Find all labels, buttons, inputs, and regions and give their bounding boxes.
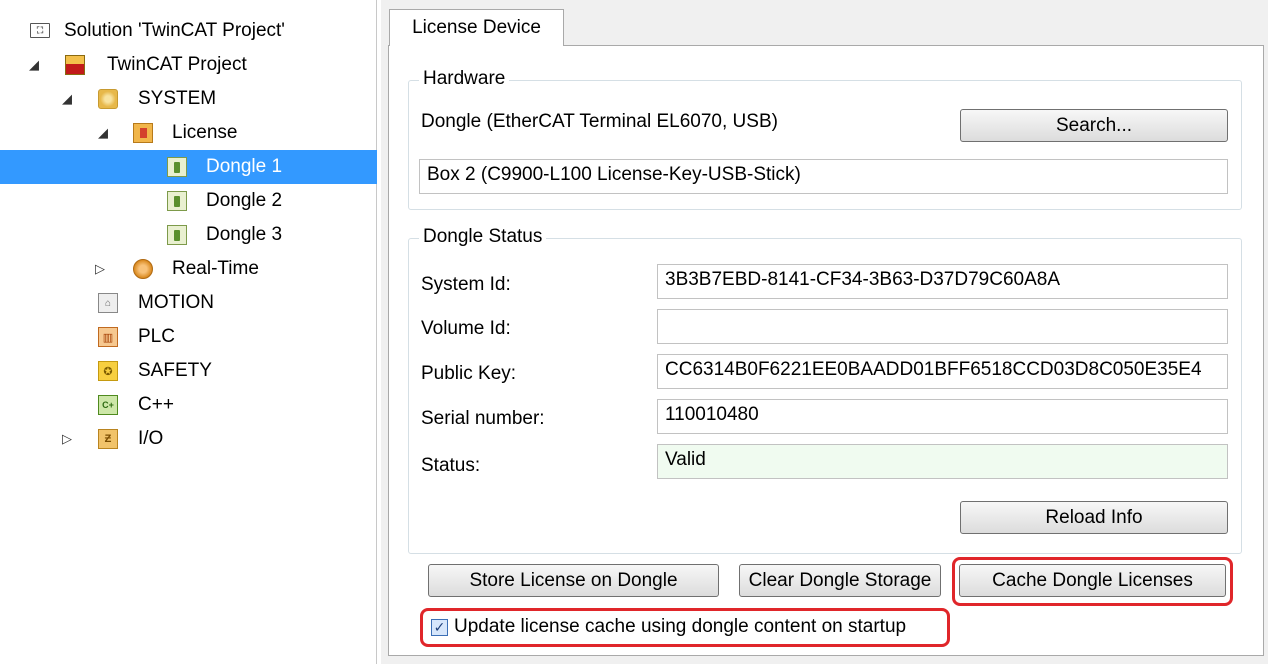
cpp-icon: C+: [98, 395, 118, 415]
serial-number-value: 110010480: [665, 404, 759, 425]
hardware-group-title: Hardware: [419, 68, 510, 90]
tree-item-label: C++: [138, 394, 174, 415]
checkmark-icon: ✓: [433, 619, 446, 635]
store-license-on-dongle-button[interactable]: Store License on Dongle: [428, 564, 719, 597]
tree-item-label: PLC: [138, 326, 175, 347]
plc-icon: ▥: [98, 327, 118, 347]
tree-item-motion[interactable]: ⌂ MOTION: [0, 286, 377, 320]
cache-dongle-licenses-button[interactable]: Cache Dongle Licenses: [959, 564, 1226, 597]
serial-number-label: Serial number:: [421, 408, 545, 429]
dongle-icon: [167, 191, 187, 211]
tree-item-solution[interactable]: ⛶ Solution 'TwinCAT Project': [0, 14, 377, 48]
update-cache-checkbox-label[interactable]: Update license cache using dongle conten…: [454, 616, 906, 638]
tree-item-label: Dongle 3: [206, 224, 283, 245]
tree-item-license[interactable]: ◢ License: [0, 116, 377, 150]
tree-item-label: MOTION: [138, 292, 214, 313]
tree-item-label: Dongle 2: [206, 190, 283, 211]
system-id-field[interactable]: 3B3B7EBD-8141-CF34-3B63-D37D79C60A8A: [657, 264, 1228, 299]
tree-item-io[interactable]: ▷ Ƶ I/O: [0, 422, 377, 456]
motion-icon: ⌂: [98, 293, 118, 313]
tree-item-dongle-2[interactable]: Dongle 2: [0, 184, 377, 218]
expanded-arrow-icon[interactable]: ◢: [96, 125, 110, 140]
solution-tree: ⛶ Solution 'TwinCAT Project' ◢ TwinCAT P…: [0, 0, 377, 664]
dongle-status-group: Dongle Status System Id: 3B3B7EBD-8141-C…: [408, 226, 1242, 554]
dongle-status-group-title: Dongle Status: [419, 226, 547, 248]
tree-item-cpp[interactable]: C+ C++: [0, 388, 377, 422]
collapsed-arrow-icon[interactable]: ▷: [60, 431, 74, 446]
search-button-label: Search...: [1055, 114, 1133, 136]
tab-page: Hardware Dongle (EtherCAT Terminal EL607…: [388, 45, 1264, 656]
tree-item-label: License: [172, 122, 238, 143]
tab-label: License Device: [412, 17, 541, 38]
search-button[interactable]: Search...: [960, 109, 1228, 142]
tree-item-plc[interactable]: ▥ PLC: [0, 320, 377, 354]
status-label: Status:: [421, 455, 481, 476]
cache-dongle-licenses-button-label: Cache Dongle Licenses: [992, 569, 1193, 591]
system-icon: [98, 89, 118, 109]
tree-item-label: TwinCAT Project: [107, 54, 247, 75]
dongle-device-label: Dongle (EtherCAT Terminal EL6070, USB): [421, 111, 778, 132]
tree-item-label: SYSTEM: [138, 88, 217, 109]
tree-item-dongle-1[interactable]: Dongle 1: [0, 150, 377, 184]
dongle-icon: [167, 225, 187, 245]
real-time-icon: [133, 259, 153, 279]
tree-item-twincat-project[interactable]: ◢ TwinCAT Project: [0, 48, 377, 82]
tree-item-real-time[interactable]: ▷ Real-Time: [0, 252, 377, 286]
collapsed-arrow-icon[interactable]: ▷: [93, 261, 107, 276]
public-key-label: Public Key:: [421, 363, 517, 384]
serial-number-field[interactable]: 110010480: [657, 399, 1228, 434]
safety-icon: ✪: [98, 361, 118, 381]
volume-id-field[interactable]: [657, 309, 1228, 344]
solution-icon: ⛶: [30, 23, 50, 38]
reload-info-button-label: Reload Info: [1045, 506, 1143, 528]
tree-item-label: Solution 'TwinCAT Project': [64, 20, 285, 41]
update-cache-checkbox[interactable]: ✓: [431, 619, 448, 636]
license-device-pane: License Device Hardware Dongle (EtherCAT…: [381, 0, 1268, 664]
volume-id-label: Volume Id:: [421, 318, 511, 339]
status-field[interactable]: Valid: [657, 444, 1228, 479]
tree-item-label: Dongle 1: [206, 156, 283, 177]
tree-item-system[interactable]: ◢ SYSTEM: [0, 82, 377, 116]
expanded-arrow-icon[interactable]: ◢: [27, 57, 41, 72]
clear-dongle-storage-button-label: Clear Dongle Storage: [748, 569, 932, 591]
tab-license-device[interactable]: License Device: [389, 9, 564, 46]
reload-info-button[interactable]: Reload Info: [960, 501, 1228, 534]
system-id-label: System Id:: [421, 274, 511, 295]
tree-item-safety[interactable]: ✪ SAFETY: [0, 354, 377, 388]
tree-item-label: SAFETY: [138, 360, 212, 381]
dongle-box-select[interactable]: Box 2 (C9900-L100 License-Key-USB-Stick): [419, 159, 1228, 194]
status-value: Valid: [665, 449, 706, 470]
twincat-project-icon: [65, 55, 85, 75]
tree-item-dongle-3[interactable]: Dongle 3: [0, 218, 377, 252]
dongle-box-value: Box 2 (C9900-L100 License-Key-USB-Stick): [427, 164, 801, 185]
tree-item-label: I/O: [138, 428, 164, 449]
license-icon: [133, 123, 153, 143]
public-key-value: CC6314B0F6221EE0BAADD01BFF6518CCD03D8C05…: [665, 359, 1202, 380]
hardware-group: Hardware Dongle (EtherCAT Terminal EL607…: [408, 68, 1242, 210]
clear-dongle-storage-button[interactable]: Clear Dongle Storage: [739, 564, 941, 597]
public-key-field[interactable]: CC6314B0F6221EE0BAADD01BFF6518CCD03D8C05…: [657, 354, 1228, 389]
system-id-value: 3B3B7EBD-8141-CF34-3B63-D37D79C60A8A: [665, 269, 1061, 290]
io-icon: Ƶ: [98, 429, 118, 449]
store-license-button-label: Store License on Dongle: [469, 569, 678, 591]
tree-item-label: Real-Time: [172, 258, 259, 279]
dongle-icon: [167, 157, 187, 177]
expanded-arrow-icon[interactable]: ◢: [60, 91, 74, 106]
